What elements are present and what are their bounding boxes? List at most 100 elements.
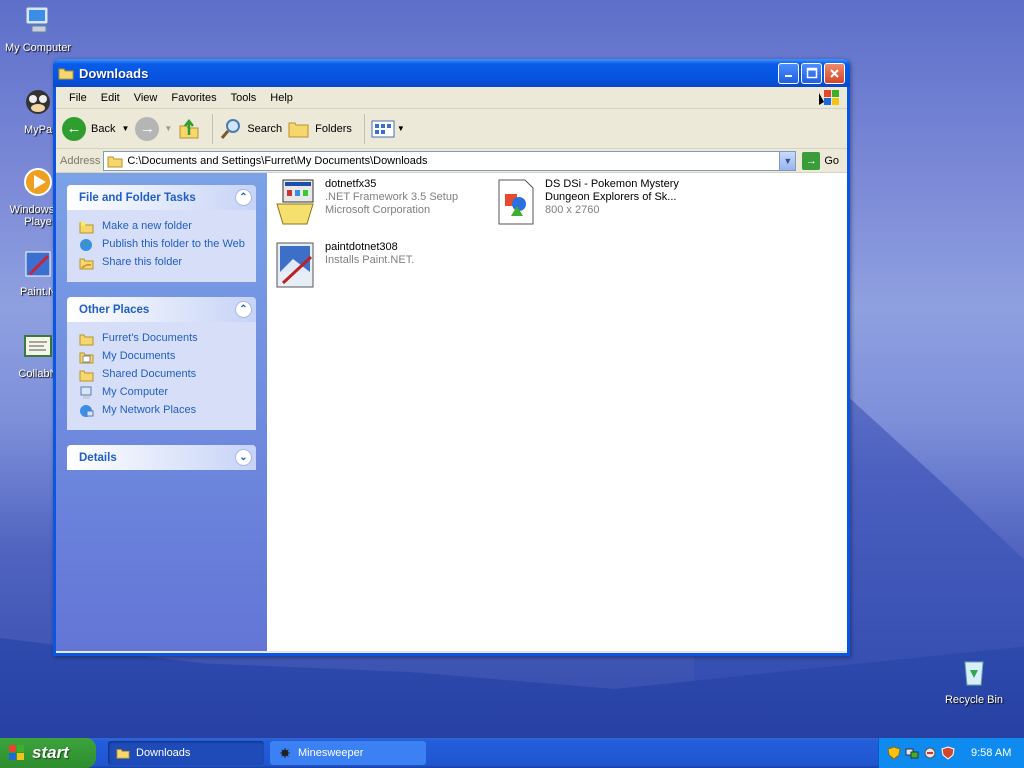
paint-net-installer-icon — [276, 242, 314, 288]
folder-icon — [116, 749, 130, 759]
menu-view[interactable]: View — [127, 92, 165, 104]
chevron-down-icon: ▼ — [396, 124, 405, 133]
panel-header[interactable]: Other Places ⌃ — [67, 297, 256, 322]
file-item[interactable]: dotnetfx35 .NET Framework 3.5 Setup Micr… — [273, 178, 458, 226]
back-button[interactable]: ← Back ▼ — [62, 116, 129, 141]
panel-title: Details — [79, 451, 117, 464]
address-dropdown-button[interactable]: ▼ — [779, 151, 796, 170]
media-player-icon — [24, 168, 52, 196]
file-list[interactable]: dotnetfx35 .NET Framework 3.5 Setup Micr… — [267, 173, 847, 651]
explorer-window[interactable]: Downloads File Edit View Favorites Tools… — [53, 59, 850, 656]
file-item[interactable]: DS DSi - Pokemon Mystery Dungeon Explore… — [493, 178, 679, 226]
recycle-bin-icon — [964, 661, 984, 686]
place-label: Furret's Documents — [102, 332, 198, 344]
views-icon — [371, 120, 395, 137]
back-arrow-icon: ← — [62, 116, 86, 141]
place-label: My Computer — [102, 386, 169, 398]
task-share-folder[interactable]: Share this folder — [79, 256, 246, 270]
search-label: Search — [247, 122, 283, 135]
desktop-icon-label: Recycle Bin — [944, 694, 1004, 706]
place-shared-documents[interactable]: Shared Documents — [79, 368, 246, 382]
chevron-down-icon[interactable]: ▼ — [164, 124, 172, 133]
desktop-icon-my-computer[interactable]: My Computer — [0, 4, 76, 54]
go-button[interactable]: → Go — [802, 151, 839, 170]
tray-app-icon[interactable] — [923, 746, 937, 760]
up-button[interactable] — [178, 118, 200, 140]
desktop-icon-recycle-bin[interactable]: Recycle Bin — [936, 656, 1012, 706]
start-button[interactable]: start — [0, 738, 96, 768]
folders-label: Folders — [315, 122, 352, 135]
forward-button[interactable]: → ▼ — [135, 116, 172, 141]
file-folder-tasks-panel: File and Folder Tasks ⌃ Make a new folde… — [67, 185, 256, 282]
antivirus-icon[interactable] — [941, 746, 955, 760]
address-field[interactable]: C:\Documents and Settings\Furret\My Docu… — [103, 150, 797, 171]
other-places-panel: Other Places ⌃ Furret's Documents My Doc… — [67, 297, 256, 430]
menu-favorites[interactable]: Favorites — [164, 92, 223, 104]
task-label: Downloads — [136, 747, 191, 759]
image-file-icon — [498, 179, 534, 225]
place-my-network-places[interactable]: My Network Places — [79, 404, 246, 418]
document-icon — [24, 335, 52, 357]
close-button[interactable] — [824, 62, 845, 84]
panel-header[interactable]: File and Folder Tasks ⌃ — [67, 185, 256, 210]
menu-edit[interactable]: Edit — [94, 92, 127, 104]
file-name-continued: Dungeon Explorers of Sk... — [545, 191, 677, 203]
windows-logo-icon — [9, 745, 24, 760]
network-icon — [80, 405, 94, 417]
minimize-button[interactable] — [778, 62, 799, 84]
chevron-down-icon: ▼ — [783, 155, 793, 166]
network-icon[interactable] — [905, 746, 919, 760]
taskbar-button-downloads[interactable]: Downloads — [108, 741, 264, 765]
new-folder-icon — [79, 221, 94, 234]
folders-button[interactable]: Folders — [288, 119, 352, 139]
address-value: C:\Documents and Settings\Furret\My Docu… — [127, 154, 428, 167]
task-label: Make a new folder — [102, 220, 192, 232]
views-button[interactable]: ▼ — [371, 119, 405, 139]
menu-help[interactable]: Help — [263, 92, 300, 104]
file-description: Installs Paint.NET. — [325, 254, 415, 266]
minesweeper-icon — [279, 747, 291, 759]
address-label: Address — [60, 154, 101, 167]
forward-arrow-icon: → — [135, 116, 160, 141]
expand-icon[interactable]: ⌄ — [235, 449, 252, 466]
place-label: My Documents — [102, 350, 176, 362]
panel-title: File and Folder Tasks — [79, 191, 196, 204]
security-shield-icon[interactable] — [887, 746, 901, 760]
task-pane: File and Folder Tasks ⌃ Make a new folde… — [56, 173, 267, 651]
go-label: Go — [824, 154, 839, 167]
toolbar-separator — [363, 113, 365, 144]
file-name: DS DSi - Pokemon Mystery — [545, 178, 679, 190]
title-bar[interactable]: Downloads — [53, 59, 850, 87]
taskbar: start Downloads Minesweeper 9:58 AM — [0, 738, 1024, 768]
task-label: Share this folder — [102, 256, 183, 268]
task-make-new-folder[interactable]: Make a new folder — [79, 220, 246, 234]
minimize-icon — [784, 75, 792, 77]
clock[interactable]: 9:58 AM — [971, 747, 1011, 759]
file-item[interactable]: paintdotnet308 Installs Paint.NET. — [273, 241, 414, 289]
task-publish-folder[interactable]: Publish this folder to the Web — [79, 238, 246, 252]
menu-tools[interactable]: Tools — [224, 92, 264, 104]
go-arrow-icon: → — [802, 151, 821, 170]
panel-header[interactable]: Details ⌄ — [67, 445, 256, 470]
globe-icon — [80, 239, 92, 251]
panel-title: Other Places — [79, 303, 150, 316]
file-company: Microsoft Corporation — [325, 204, 431, 216]
place-furrets-documents[interactable]: Furret's Documents — [79, 332, 246, 346]
file-description: .NET Framework 3.5 Setup — [325, 191, 459, 203]
collapse-icon[interactable]: ⌃ — [235, 189, 252, 206]
place-label: Shared Documents — [102, 368, 197, 380]
folder-icon — [107, 156, 123, 167]
windows-logo-icon — [819, 90, 839, 105]
menu-file[interactable]: File — [62, 92, 94, 104]
place-my-documents[interactable]: My Documents — [79, 350, 246, 364]
taskbar-button-minesweeper[interactable]: Minesweeper — [270, 741, 426, 765]
chevron-down-icon[interactable]: ▼ — [121, 124, 129, 133]
menu-bar: File Edit View Favorites Tools Help — [56, 87, 847, 109]
toolbar: ← Back ▼ → ▼ Search Folders ▼ — [56, 109, 847, 149]
search-icon — [221, 118, 241, 139]
place-my-computer[interactable]: My Computer — [79, 386, 246, 400]
maximize-button[interactable] — [801, 62, 822, 84]
system-tray: 9:58 AM — [878, 738, 1024, 768]
search-button[interactable]: Search — [219, 117, 282, 141]
collapse-icon[interactable]: ⌃ — [235, 301, 252, 318]
